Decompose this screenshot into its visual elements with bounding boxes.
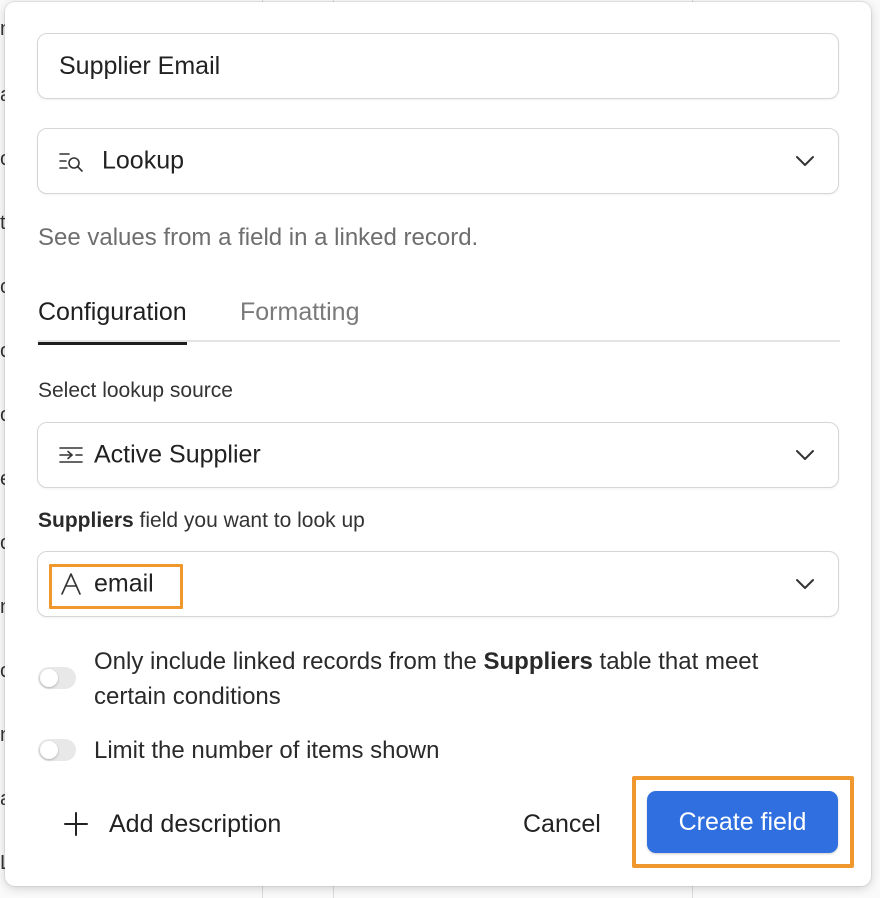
chevron-down-icon: [796, 156, 814, 166]
lookup-source-select[interactable]: Active Supplier: [37, 422, 839, 488]
config-tabs: Configuration Formatting: [38, 294, 840, 345]
create-field-button[interactable]: Create field: [647, 791, 838, 853]
chevron-down-icon: [796, 579, 814, 589]
lookup-source-label: Select lookup source: [38, 379, 233, 402]
condition-filter-text: Only include linked records from the: [94, 648, 484, 675]
condition-filter-label: Only include linked records from the Sup…: [94, 644, 824, 714]
linked-table-name: Suppliers: [38, 509, 134, 532]
cancel-button[interactable]: Cancel: [511, 802, 613, 846]
tab-formatting[interactable]: Formatting: [240, 298, 359, 341]
limit-items-label: Limit the number of items shown: [94, 737, 440, 764]
field-type-description: See values from a field in a linked reco…: [38, 224, 479, 251]
lookup-source-value: Active Supplier: [94, 440, 261, 469]
chevron-down-icon: [796, 450, 814, 460]
field-type-label: Lookup: [102, 146, 185, 175]
condition-filter-table-name: Suppliers: [483, 648, 593, 675]
tab-configuration[interactable]: Configuration: [38, 298, 187, 345]
field-name-input[interactable]: [59, 51, 799, 81]
lookup-field-label-text: field you want to look up: [133, 509, 365, 532]
add-description-button[interactable]: Add description: [63, 804, 281, 844]
field-name-container: [37, 33, 839, 99]
field-type-select[interactable]: Lookup: [37, 128, 839, 194]
field-config-dialog: Lookup See values from a field in a link…: [5, 2, 871, 886]
limit-items-toggle[interactable]: [38, 739, 76, 761]
lookup-field-label: Suppliers field you want to look up: [38, 509, 365, 533]
email-highlight-box: [49, 564, 183, 609]
lookup-icon: [59, 153, 83, 172]
condition-filter-toggle[interactable]: [38, 667, 76, 689]
linked-record-icon: [59, 447, 83, 463]
add-description-label: Add description: [109, 809, 282, 838]
plus-icon: [64, 812, 88, 836]
